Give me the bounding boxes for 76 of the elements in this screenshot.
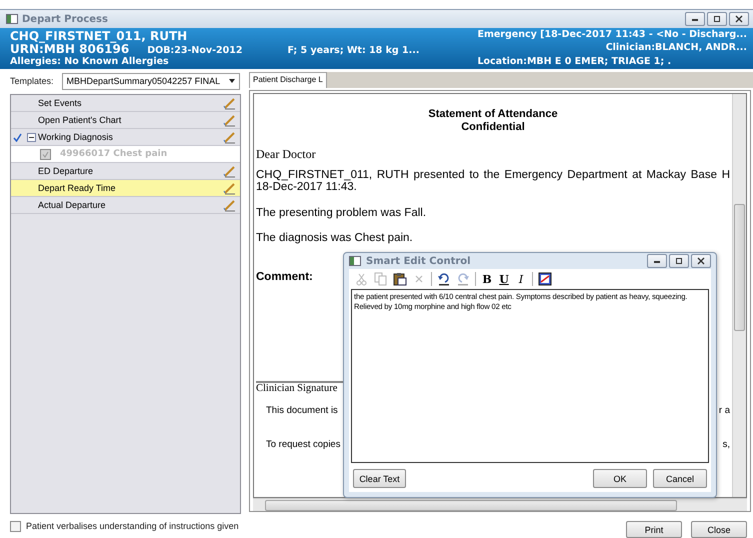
dialog-title: Smart Edit Control (366, 256, 472, 266)
dialog-button[interactable]: OK (593, 469, 647, 488)
document-text: s, (722, 439, 730, 450)
document-text: r a (718, 405, 730, 416)
window-icon (6, 14, 18, 24)
task-label: ED Departure (38, 166, 94, 176)
collapse-icon[interactable] (26, 132, 36, 142)
vertical-scrollbar[interactable] (732, 94, 746, 497)
task-label: Actual Departure (38, 200, 107, 210)
patient-urn: URN:MBH 806196 (10, 42, 130, 56)
minimize-icon (691, 16, 699, 22)
document-subtitle: Confidential (460, 121, 526, 134)
signature-label: Clinician Signature (256, 383, 338, 394)
task-label: Open Patient's Chart (38, 115, 122, 125)
patient-allergies: Allergies: No Known Allergies (10, 56, 169, 67)
task-item[interactable]: Depart Ready Time (11, 180, 240, 197)
task-label: Depart Ready Time (38, 183, 117, 193)
subtask-label: 49966017 Chest pain (60, 149, 168, 159)
italic-button[interactable]: I (515, 272, 527, 286)
templates-dropdown[interactable]: MBHDepartSummary05042257 FINAL (62, 72, 240, 90)
document-text: This document is (266, 405, 338, 416)
close-icon (697, 257, 705, 265)
dialog-button[interactable]: Close (691, 521, 747, 538)
clear-text-button[interactable]: Clear Text (353, 469, 406, 488)
document-tab[interactable]: Patient Discharge L (249, 72, 327, 88)
task-item[interactable]: ED Departure (11, 163, 240, 180)
comment-label: Comment: (256, 271, 313, 283)
task-label: Set Events (38, 98, 83, 108)
bold-button[interactable]: B (481, 272, 493, 286)
pen-icon[interactable] (223, 164, 236, 178)
undo-icon[interactable] (437, 272, 451, 286)
pen-icon[interactable] (223, 182, 236, 194)
location-info: Location:MBH E 0 EMER; TRIAGE 1; . (477, 56, 672, 67)
maximize-icon (713, 16, 721, 22)
maximize-icon (675, 258, 683, 264)
patient-demographics: F; 5 years; Wt: 18 kg 1... (287, 45, 420, 56)
close-button[interactable] (691, 254, 711, 268)
pen-icon[interactable] (223, 114, 236, 126)
maximize-button[interactable] (707, 12, 727, 26)
salutation: Dear Doctor (256, 147, 316, 162)
patient-dob: DOB:23-Nov-2012 (147, 45, 242, 56)
task-item[interactable]: Actual Departure (11, 197, 240, 214)
task-item[interactable]: Open Patient's Chart (11, 112, 240, 129)
templates-label: Templates: (10, 76, 54, 86)
patient-name: CHQ_FIRSTNET_011, RUTH (10, 29, 188, 43)
document-text: The diagnosis was Chest pain. (256, 232, 414, 245)
spellcheck-icon[interactable] (538, 272, 552, 286)
pen-icon[interactable] (223, 96, 236, 110)
close-icon (735, 15, 743, 23)
paste-icon[interactable] (393, 272, 407, 286)
minimize-button[interactable] (685, 12, 705, 26)
document-title: Statement of Attendance (427, 108, 559, 121)
checkbox[interactable] (10, 520, 21, 532)
document-text: CHQ_FIRSTNET_011, RUTH presented to the Emergency Department at Mackay Base H (256, 169, 730, 181)
pen-icon[interactable] (223, 130, 236, 144)
dialog-button[interactable]: Cancel (653, 469, 707, 488)
dropdown-arrow-icon (229, 79, 235, 83)
checkbox-label: Patient verbalises understanding of instructions given (26, 521, 239, 531)
document-text: The presenting problem was Fall. (256, 207, 428, 220)
task-item[interactable]: Set Events (11, 95, 240, 112)
minimize-icon (653, 258, 661, 264)
task-label: Working Diagnosis (38, 132, 114, 142)
window-title: Depart Process (22, 14, 109, 24)
pen-icon[interactable] (223, 198, 236, 212)
dialog-button[interactable]: Print (626, 521, 682, 538)
underline-button[interactable]: U (498, 272, 510, 286)
horizontal-scrollbar[interactable] (253, 498, 747, 511)
clinician-info: Clinician:BLANCH, ANDR... (606, 42, 747, 53)
minimize-button[interactable] (647, 254, 667, 268)
document-text: To request copies (266, 439, 340, 450)
window-icon (349, 256, 361, 266)
document-text: 18-Dec-2017 11:43. (256, 181, 358, 194)
task-item[interactable]: Working Diagnosis (11, 129, 240, 146)
close-button[interactable] (729, 12, 749, 26)
maximize-button[interactable] (669, 254, 689, 268)
encounter-info: Emergency [18-Dec-2017 11:43 - <No - Discharg... (477, 29, 747, 40)
